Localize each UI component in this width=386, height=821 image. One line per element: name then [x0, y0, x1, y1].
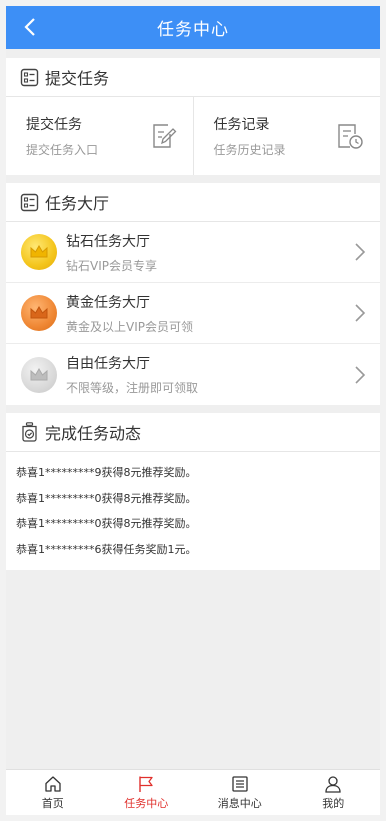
top-bar: 任务中心 — [6, 6, 380, 49]
task-history-title: 任务记录 — [213, 117, 270, 133]
submit-task-card: 提交任务 提交任务 提交任务入口 任务记录 任务历史记录 — [6, 58, 380, 175]
tab-home[interactable]: 首页 — [6, 770, 100, 815]
task-feed-card: 完成任务动态 恭喜1*********9获得8元推荐奖励。 恭喜1*******… — [6, 413, 380, 570]
hall-item-title: 黄金任务大厅 — [66, 294, 150, 311]
feed-item: 恭喜1*********6获得任务奖励1元。 — [16, 542, 197, 556]
chevron-right-icon — [355, 243, 366, 261]
tab-label: 我的 — [322, 796, 345, 810]
tab-label: 消息中心 — [217, 796, 262, 810]
history-document-icon — [338, 124, 363, 149]
hall-item-title: 钻石任务大厅 — [66, 233, 150, 250]
hall-item-subtitle: 黄金及以上VIP会员可领 — [66, 319, 193, 334]
feed-section-title: 完成任务动态 — [45, 424, 142, 443]
submit-task-subtitle: 提交任务入口 — [26, 143, 99, 157]
hall-section-header: 任务大厅 — [6, 183, 380, 222]
submit-section-title: 提交任务 — [45, 69, 110, 88]
hall-item-subtitle: 不限等级，注册即可领取 — [66, 381, 199, 395]
feed-list: 恭喜1*********9获得8元推荐奖励。 恭喜1*********0获得8元… — [6, 452, 380, 570]
gold-crown-icon — [21, 295, 57, 331]
page-title: 任务中心 — [157, 20, 229, 40]
feed-item: 恭喜1*********9获得8元推荐奖励。 — [16, 466, 197, 479]
app-frame: 任务中心 提交任务 提交任务 提交任务入口 任务记录 任务历史记录 任务大厅 钻… — [6, 6, 380, 815]
hall-item-title: 自由任务大厅 — [66, 356, 150, 372]
diamond-crown-icon — [21, 234, 57, 270]
feed-item: 恭喜1*********0获得8元推荐奖励。 — [16, 517, 197, 530]
chevron-left-icon[interactable] — [20, 16, 42, 38]
chevron-right-icon — [355, 365, 366, 384]
free-crown-icon — [21, 356, 57, 393]
hall-item-gold[interactable]: 黄金任务大厅 黄金及以上VIP会员可领 — [6, 283, 380, 344]
home-icon — [45, 775, 61, 792]
feed-section-header: 完成任务动态 — [6, 413, 380, 452]
hall-item-free[interactable]: 自由任务大厅 不限等级，注册即可领取 — [6, 344, 380, 405]
hall-item-subtitle: 钻石VIP会员专享 — [66, 258, 157, 273]
task-history-subtitle: 任务历史记录 — [213, 143, 286, 157]
tab-label: 首页 — [41, 796, 64, 810]
flag-icon — [139, 776, 153, 792]
tab-mine[interactable]: 我的 — [287, 770, 381, 815]
tab-task-center[interactable]: 任务中心 — [100, 770, 194, 815]
stopwatch-icon — [22, 422, 37, 442]
message-list-icon — [232, 775, 248, 792]
tab-message-center[interactable]: 消息中心 — [193, 770, 287, 815]
task-history-button[interactable]: 任务记录 任务历史记录 — [192, 97, 381, 175]
submit-options: 提交任务 提交任务入口 任务记录 任务历史记录 — [6, 97, 380, 175]
chevron-right-icon — [355, 304, 366, 322]
hall-item-diamond[interactable]: 钻石任务大厅 钻石VIP会员专享 — [6, 222, 380, 283]
hall-section-title: 任务大厅 — [45, 194, 110, 213]
submit-section-header: 提交任务 — [6, 58, 380, 97]
bottom-tab-bar: 首页 任务中心 消息中心 我的 — [6, 769, 380, 815]
task-hall-card: 任务大厅 钻石任务大厅 钻石VIP会员专享 黄金任务大厅 黄金及以上VIP会员可… — [6, 183, 380, 405]
checklist-icon — [20, 193, 39, 211]
checklist-icon — [20, 68, 39, 86]
submit-task-title: 提交任务 — [26, 117, 82, 133]
user-icon — [325, 775, 341, 793]
tab-label: 任务中心 — [124, 796, 169, 810]
submit-task-button[interactable]: 提交任务 提交任务入口 — [6, 97, 193, 175]
edit-document-icon — [152, 124, 176, 148]
feed-item: 恭喜1*********0获得8元推荐奖励。 — [16, 491, 197, 505]
